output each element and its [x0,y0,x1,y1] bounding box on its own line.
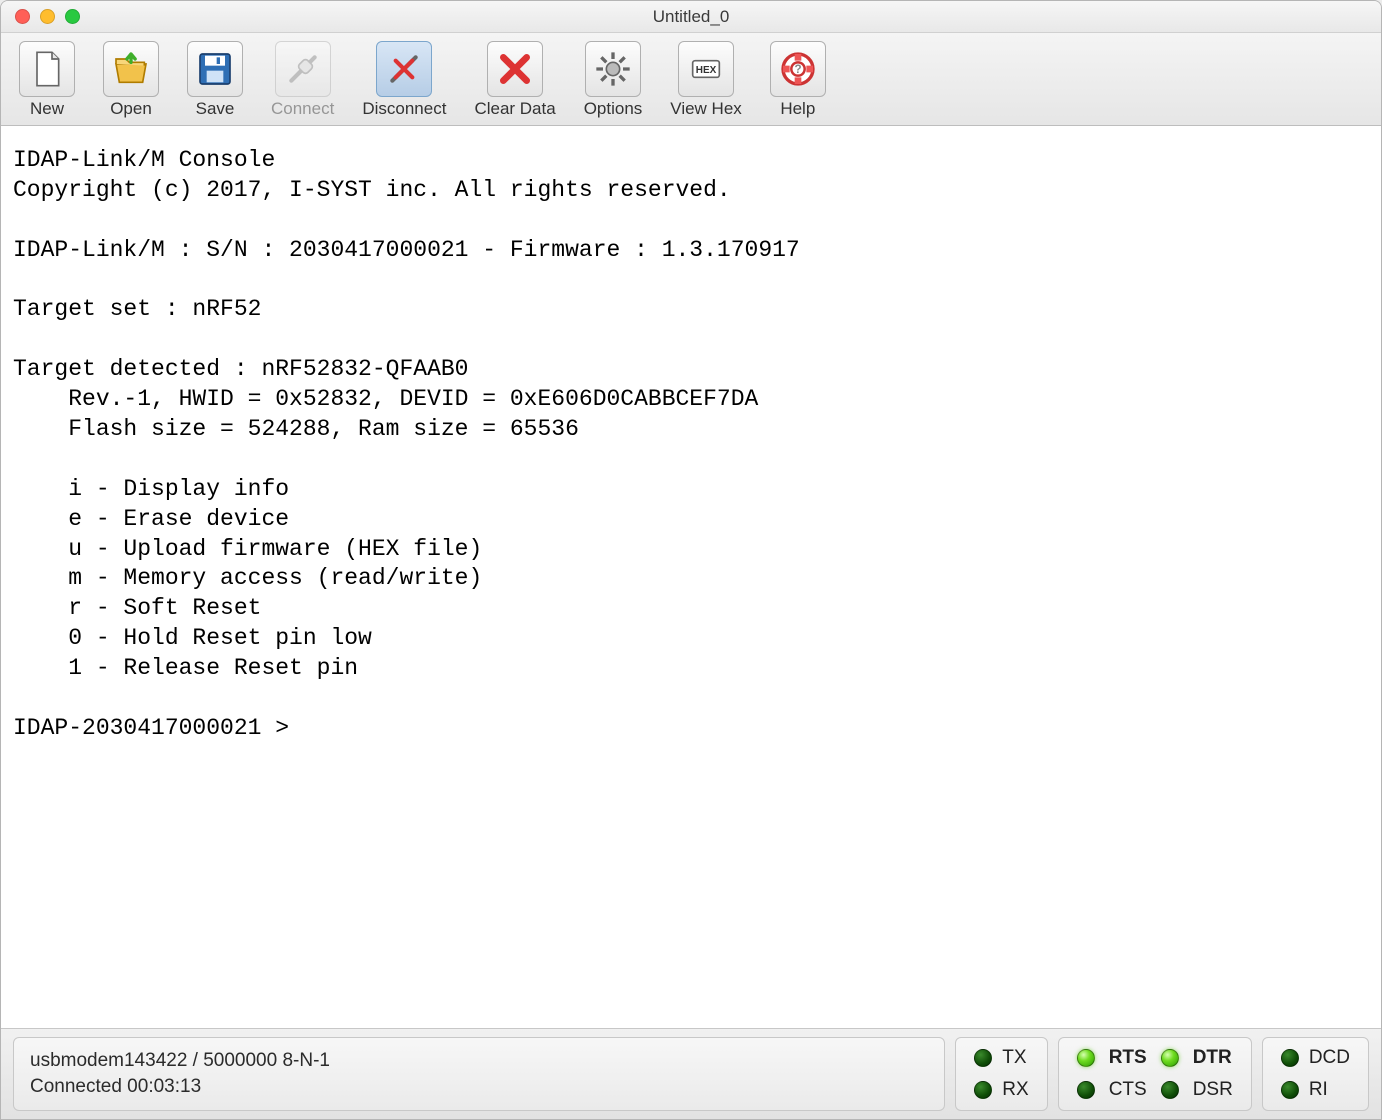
toolbar: New Open Save Connect Disconnect [1,33,1381,126]
tx-led-label: TX [1002,1047,1028,1069]
connection-status-pane: usbmodem143422 / 5000000 8-N-1 Connected… [13,1037,945,1111]
rts-led-label: RTS [1109,1047,1147,1069]
svg-text:HEX: HEX [696,65,717,76]
clear-data-button[interactable]: Clear Data [474,41,555,119]
tx-led [974,1049,992,1067]
svg-text:?: ? [794,63,801,76]
connect-plug-icon [275,41,331,97]
zoom-window-button[interactable] [65,9,80,24]
close-window-button[interactable] [15,9,30,24]
open-folder-icon [103,41,159,97]
view-hex-button[interactable]: HEX View Hex [670,41,742,119]
cts-led [1077,1081,1095,1099]
disconnect-button[interactable]: Disconnect [362,41,446,119]
disconnect-label: Disconnect [362,99,446,119]
app-window: Untitled_0 New Open Save Connect [0,0,1382,1120]
txrx-led-pane: TX RX [955,1037,1047,1111]
statusbar: usbmodem143422 / 5000000 8-N-1 Connected… [1,1029,1381,1119]
titlebar: Untitled_0 [1,1,1381,33]
dcd-led-label: DCD [1309,1047,1350,1069]
connection-time: Connected 00:03:13 [30,1076,928,1098]
new-button[interactable]: New [19,41,75,119]
dtr-led-label: DTR [1193,1047,1233,1069]
minimize-window-button[interactable] [40,9,55,24]
options-button[interactable]: Options [584,41,643,119]
options-gear-icon [585,41,641,97]
help-lifesaver-icon: ? [770,41,826,97]
window-controls [1,9,80,24]
dsr-led [1161,1081,1179,1099]
new-file-icon [19,41,75,97]
connect-button: Connect [271,41,334,119]
ri-led [1281,1081,1299,1099]
open-label: Open [110,99,152,119]
window-title: Untitled_0 [1,7,1381,27]
cts-led-label: CTS [1109,1079,1147,1101]
rx-led-label: RX [1002,1079,1028,1101]
flowcontrol-led-pane: RTS DTR CTS DSR [1058,1037,1252,1111]
port-info: usbmodem143422 / 5000000 8-N-1 [30,1050,928,1072]
rts-led[interactable] [1077,1049,1095,1067]
dcd-led [1281,1049,1299,1067]
rx-led [974,1081,992,1099]
save-label: Save [196,99,235,119]
console-output[interactable]: IDAP-Link/M Console Copyright (c) 2017, … [1,126,1381,1029]
connect-label: Connect [271,99,334,119]
hex-icon: HEX [678,41,734,97]
options-label: Options [584,99,643,119]
ri-led-label: RI [1309,1079,1350,1101]
clear-data-label: Clear Data [474,99,555,119]
dtr-led[interactable] [1161,1049,1179,1067]
open-button[interactable]: Open [103,41,159,119]
help-label: Help [780,99,815,119]
modem-led-pane: DCD RI [1262,1037,1369,1111]
dsr-led-label: DSR [1193,1079,1233,1101]
save-floppy-icon [187,41,243,97]
save-button[interactable]: Save [187,41,243,119]
view-hex-label: View Hex [670,99,742,119]
help-button[interactable]: ? Help [770,41,826,119]
clear-x-icon [487,41,543,97]
new-label: New [30,99,64,119]
disconnect-plug-icon [376,41,432,97]
